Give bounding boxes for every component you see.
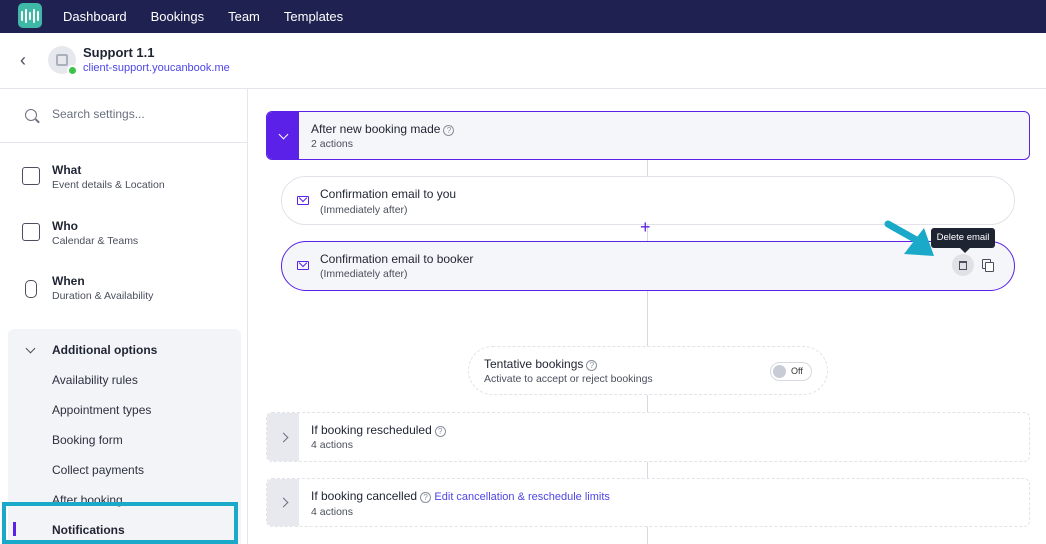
edit-cancellation-limits-link[interactable]: Edit cancellation & reschedule limits [434,491,609,503]
page-title: Support 1.1 [83,45,155,60]
app-logo-icon[interactable] [18,3,42,28]
help-icon[interactable]: ? [420,492,432,503]
connector-line [647,160,648,176]
trigger-title: If booking cancelled? Edit cancellation … [311,489,610,503]
page-url-link[interactable]: client-support.youcanbook.me [83,62,230,74]
trigger-title: After new booking made? [311,122,455,136]
section-subtitle: Event details & Location [52,179,165,191]
top-nav: Dashboard Bookings Team Templates [0,0,1046,33]
trigger-subtitle: 4 actions [311,506,354,518]
sidebar-item-appointment-types[interactable]: Appointment types [52,403,151,417]
add-action-button[interactable]: + [640,218,651,236]
sidebar-section-what[interactable]: What Event details & Location [0,161,247,216]
sidebar-item-booking-form[interactable]: Booking form [52,433,123,447]
chevron-down-icon[interactable] [25,343,36,354]
watch-icon [25,280,37,298]
trigger-title-text: If booking cancelled [311,489,418,503]
sidebar-section-when[interactable]: When Duration & Availability [0,272,247,327]
back-chevron-icon[interactable]: ‹ [20,51,26,69]
chevron-right-icon[interactable] [267,413,299,461]
search-box [0,89,247,143]
toggle-knob [773,365,786,378]
trigger-subtitle: 2 actions [311,138,354,150]
additional-options-title[interactable]: Additional options [52,343,157,357]
action-title: Confirmation email to booker [320,252,474,266]
page-image-icon [56,54,68,66]
section-subtitle: Duration & Availability [52,290,154,302]
trigger-title: If booking rescheduled? [311,423,446,437]
sidebar-section-who[interactable]: Who Calendar & Teams [0,217,247,272]
connector-line [647,461,648,478]
action-subtitle: (Immediately after) [320,204,408,216]
delete-email-trash-icon[interactable] [952,254,974,276]
additional-options-panel: Additional options Availability rules Ap… [8,329,241,544]
connector-line [647,291,648,346]
nav-team[interactable]: Team [228,9,260,24]
mail-icon [297,196,309,205]
search-input[interactable] [52,107,232,121]
help-icon[interactable]: ? [434,426,446,437]
section-title: What [52,163,82,177]
online-status-dot [67,65,78,76]
page-avatar [48,46,78,76]
chevron-down-icon[interactable] [267,112,299,159]
search-icon [25,109,37,121]
document-icon [22,167,40,185]
nav-templates[interactable]: Templates [284,9,343,24]
nav-links: Dashboard Bookings Team Templates [63,0,367,33]
help-icon[interactable]: ? [586,360,598,371]
tentative-toggle[interactable]: Off [770,362,812,381]
section-subtitle: Calendar & Teams [52,235,139,247]
chevron-right-icon[interactable] [267,479,299,526]
toggle-label: Off [791,366,803,376]
duplicate-copy-icon[interactable] [982,259,994,272]
trigger-booking-cancelled[interactable]: If booking cancelled? Edit cancellation … [266,478,1030,527]
sidebar-item-collect-payments[interactable]: Collect payments [52,463,144,477]
connector-line [647,395,648,412]
annotation-arrow-icon [884,220,934,256]
trigger-title-text: If booking rescheduled [311,423,432,437]
calendar-icon [22,223,40,241]
sidebar-item-availability-rules[interactable]: Availability rules [52,373,138,387]
section-title: Who [52,219,78,233]
section-title: When [52,274,85,288]
active-indicator [13,522,16,536]
connector-line [647,527,648,544]
trigger-after-new-booking[interactable]: After new booking made? 2 actions [266,111,1030,160]
action-title: Confirmation email to you [320,187,457,201]
tentative-subtitle: Activate to accept or reject bookings [484,373,653,385]
action-subtitle: (Immediately after) [320,268,408,280]
tentative-title-text: Tentative bookings [484,357,584,371]
nav-bookings[interactable]: Bookings [151,9,204,24]
settings-sidebar: What Event details & Location Who Calend… [0,89,248,544]
tentative-title: Tentative bookings? [484,357,598,371]
sidebar-item-after-booking[interactable]: After booking [52,493,123,507]
trigger-subtitle: 4 actions [311,439,354,451]
trigger-title-text: After new booking made [311,122,441,136]
trigger-booking-rescheduled[interactable]: If booking rescheduled? 4 actions [266,412,1030,462]
sidebar-item-notifications[interactable]: Notifications [52,523,125,537]
nav-dashboard[interactable]: Dashboard [63,9,127,24]
page-header: ‹ Support 1.1 client-support.youcanbook.… [0,33,1046,89]
mail-icon [297,261,309,270]
help-icon[interactable]: ? [443,125,455,136]
